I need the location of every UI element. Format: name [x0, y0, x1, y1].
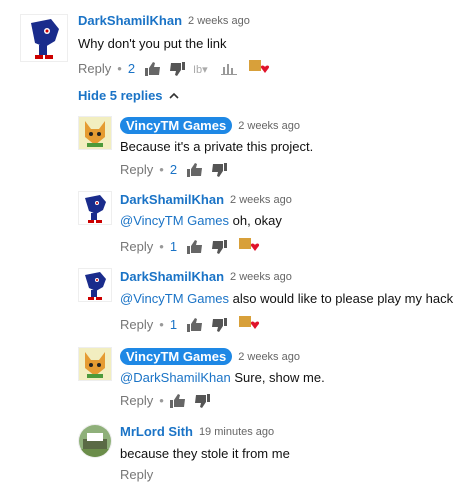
creator-badge-icon[interactable]: Ib▾ — [193, 62, 213, 76]
avatar[interactable] — [20, 14, 68, 62]
comment-header: DarkShamilKhan 2 weeks ago — [120, 269, 292, 284]
chevron-up-icon — [168, 92, 179, 99]
sonic-avatar-icon — [31, 19, 59, 59]
thumbs-up-icon[interactable] — [187, 162, 203, 177]
thumbs-up-icon[interactable] — [145, 61, 161, 76]
sonic-avatar-icon — [85, 272, 106, 300]
comment-actions: Reply • 1 — [120, 315, 261, 334]
like-count: 2 — [127, 61, 136, 76]
timestamp[interactable]: 2 weeks ago — [230, 194, 292, 206]
fox-avatar-icon — [79, 117, 111, 149]
comment-header: VincyTM Games 2 weeks ago — [120, 348, 300, 365]
comment-header: DarkShamilKhan 2 weeks ago — [120, 192, 292, 207]
timestamp[interactable]: 2 weeks ago — [188, 15, 250, 27]
comment-text: @VincyTM Games oh, okay — [120, 213, 282, 228]
reply-button[interactable]: Reply — [120, 239, 153, 254]
thumbs-down-icon[interactable] — [211, 317, 228, 332]
separator: • — [159, 162, 164, 177]
sonic-avatar-icon — [85, 195, 106, 223]
separator: • — [159, 393, 164, 408]
comment-header: MrLord Sith 19 minutes ago — [120, 424, 274, 439]
mention-link[interactable]: @VincyTM Games — [120, 291, 229, 306]
comment-text: Why don't you put the link — [78, 36, 227, 51]
comment-text: @VincyTM Games also would like to please… — [120, 291, 453, 306]
creator-heart-icon — [249, 59, 271, 78]
thumbs-up-icon[interactable] — [187, 239, 203, 254]
author-name[interactable]: DarkShamilKhan — [120, 269, 224, 284]
comment-actions: Reply • 1 — [120, 237, 261, 256]
timestamp[interactable]: 2 weeks ago — [230, 271, 292, 283]
comment-actions: Reply • — [120, 393, 218, 408]
reply-button[interactable]: Reply — [78, 61, 111, 76]
reply-button[interactable]: Reply — [120, 317, 153, 332]
author-name[interactable]: DarkShamilKhan — [120, 192, 224, 207]
avatar[interactable] — [78, 347, 112, 381]
comment-text: Because it's a private this project. — [120, 139, 314, 154]
comment-text: because they stole it from me — [120, 446, 290, 461]
stats-icon[interactable] — [221, 63, 238, 75]
comment-header: DarkShamilKhan 2 weeks ago — [78, 13, 250, 28]
like-count: 2 — [169, 162, 178, 177]
like-count: 1 — [169, 317, 178, 332]
avatar[interactable] — [78, 268, 112, 302]
separator: • — [159, 239, 164, 254]
timestamp[interactable]: 2 weeks ago — [238, 120, 300, 132]
comment-body: also would like to please play my hack — [232, 291, 454, 306]
thumbs-down-icon[interactable] — [211, 239, 228, 254]
comment-header: VincyTM Games 2 weeks ago — [120, 117, 300, 134]
separator: • — [117, 61, 122, 76]
fox-avatar-icon — [79, 348, 111, 380]
comment-text: @DarkShamilKhan Sure, show me. — [120, 370, 325, 385]
comment-actions: Reply — [120, 467, 153, 482]
avatar[interactable] — [78, 191, 112, 225]
minecraft-avatar-icon — [79, 425, 111, 457]
author-name[interactable]: MrLord Sith — [120, 424, 193, 439]
thumbs-down-icon[interactable] — [169, 61, 186, 76]
reply-button[interactable]: Reply — [120, 467, 153, 482]
thumbs-down-icon[interactable] — [194, 393, 210, 408]
reply-button[interactable]: Reply — [120, 393, 153, 408]
timestamp[interactable]: 2 weeks ago — [238, 351, 300, 363]
creator-heart-icon — [239, 237, 261, 256]
avatar[interactable] — [78, 116, 112, 150]
comment-body: oh, okay — [232, 213, 282, 228]
hide-replies-label: Hide 5 replies — [78, 88, 163, 103]
separator: • — [159, 317, 164, 332]
thumbs-up-icon[interactable] — [187, 317, 203, 332]
mention-link[interactable]: @DarkShamilKhan — [120, 370, 231, 385]
avatar[interactable] — [78, 424, 112, 458]
mention-link[interactable]: @VincyTM Games — [120, 213, 229, 228]
hide-replies-button[interactable]: Hide 5 replies — [78, 88, 179, 103]
svg-text:Ib▾: Ib▾ — [193, 64, 208, 76]
author-name[interactable]: VincyTM Games — [120, 348, 233, 365]
thumbs-up-icon[interactable] — [169, 393, 186, 408]
author-name[interactable]: DarkShamilKhan — [78, 13, 182, 28]
reply-button[interactable]: Reply — [120, 162, 153, 177]
like-count: 1 — [169, 239, 178, 254]
comment-actions: Reply • 2 — [120, 162, 235, 177]
creator-heart-icon — [239, 315, 261, 334]
author-name[interactable]: VincyTM Games — [120, 117, 233, 134]
comment-actions: Reply • 2 Ib▾ — [78, 59, 271, 78]
timestamp[interactable]: 19 minutes ago — [199, 426, 274, 438]
thumbs-down-icon[interactable] — [211, 162, 228, 177]
comment-body: Sure, show me. — [234, 370, 325, 385]
